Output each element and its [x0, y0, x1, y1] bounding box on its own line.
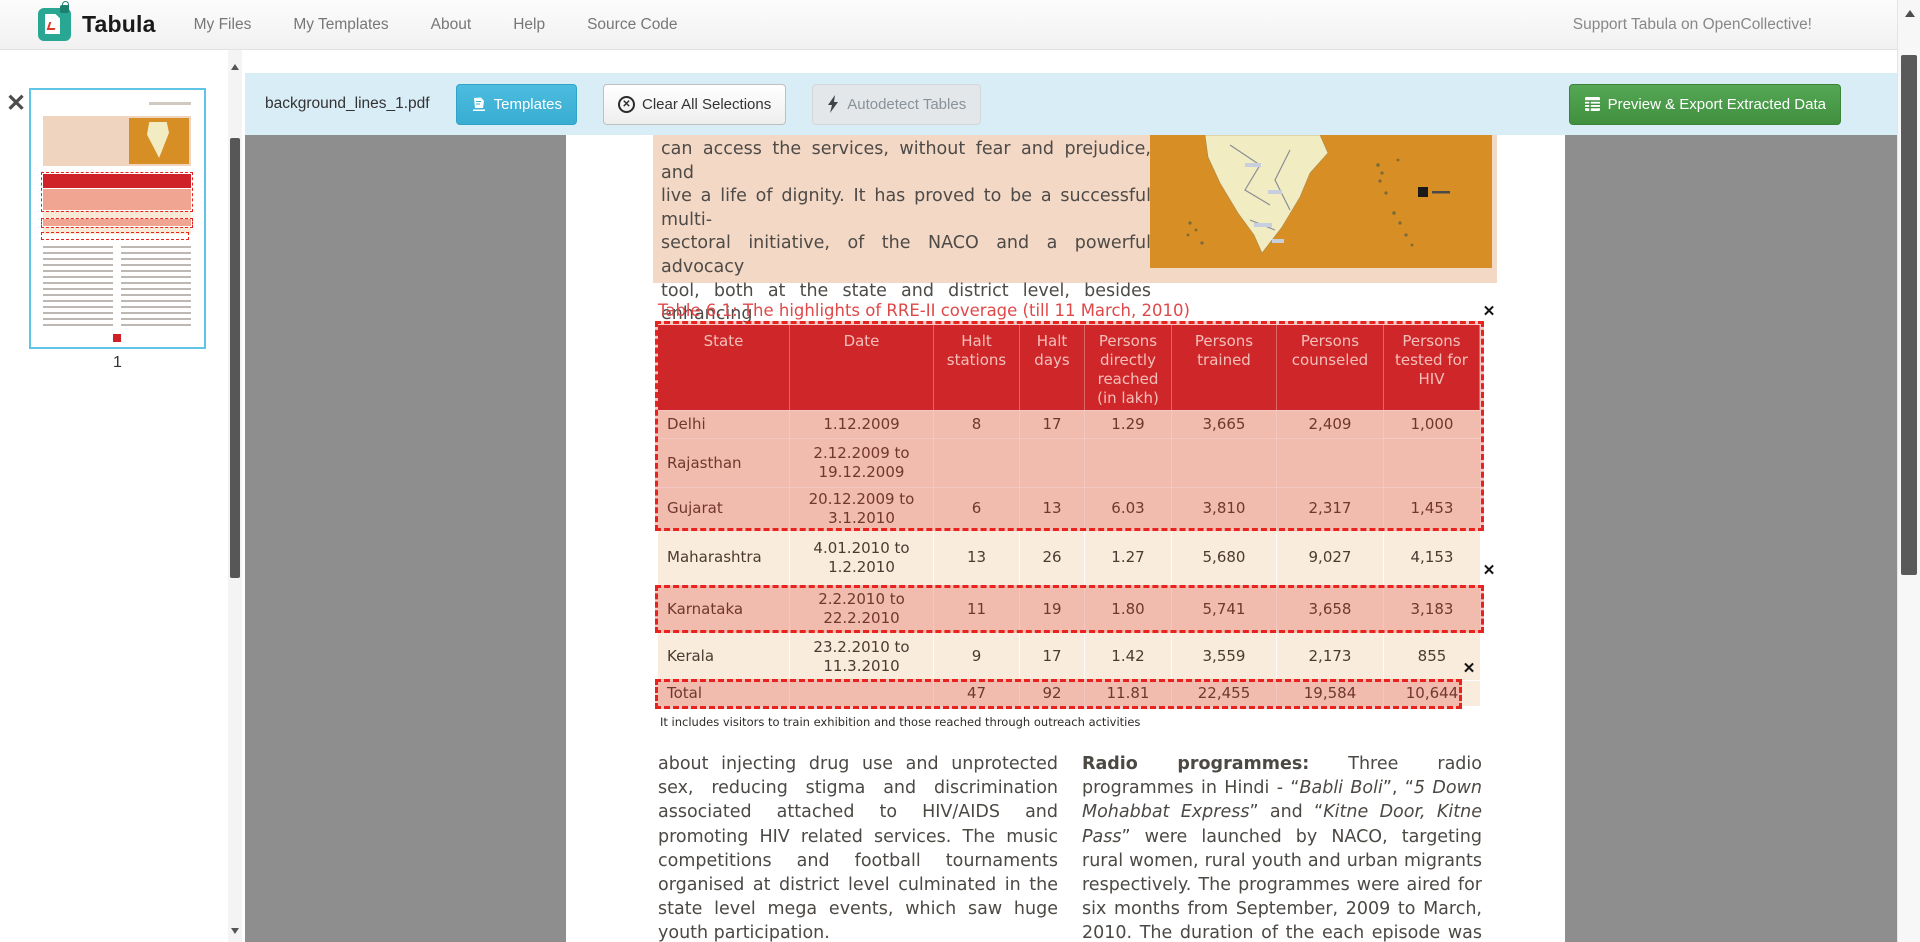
remove-selection-icon[interactable]: ✕ — [1481, 563, 1497, 579]
table-cell: 9 — [934, 632, 1020, 680]
thumb-map — [129, 118, 189, 164]
page-number-label: 1 — [29, 354, 206, 372]
scroll-up-arrow-icon[interactable] — [1905, 10, 1915, 17]
thumb-selection-box — [41, 172, 193, 212]
nav-my-templates[interactable]: My Templates — [293, 16, 388, 34]
table-cell: 1.27 — [1085, 529, 1172, 585]
text-segment: ” and “ — [1249, 802, 1323, 822]
remove-selection-icon[interactable]: ✕ — [1461, 661, 1477, 677]
table-title: Table 6.1: The highlights of RRE-II cove… — [658, 301, 1190, 320]
sidebar-scrollbar-thumb[interactable] — [230, 138, 240, 578]
table-cell: 2,173 — [1277, 632, 1384, 680]
toolbar: background_lines_1.pdf Templates ✕ Clear… — [245, 73, 1897, 135]
window-scrollbar[interactable] — [1897, 0, 1920, 942]
text-segment: ” were launched by NACO, targeting rural… — [1082, 827, 1482, 942]
template-file-icon — [471, 96, 487, 112]
thumbnail-sidebar: ✕ 1 — [0, 50, 245, 942]
support-link[interactable]: Support Tabula on OpenCollective! — [1573, 16, 1812, 34]
table-footnote: It includes visitors to train exhibition… — [660, 715, 1140, 729]
table-cell: 4.01.2010 to 1.2.2010 — [790, 529, 934, 585]
scroll-down-arrow-icon[interactable] — [231, 928, 239, 934]
thumb-header-line — [149, 102, 191, 105]
selection-box[interactable] — [655, 679, 1462, 709]
preview-export-button[interactable]: Preview & Export Extracted Data — [1569, 84, 1841, 125]
pdf-viewer: can access the services, without fear an… — [245, 135, 1897, 942]
sidebar-scrollbar[interactable] — [228, 50, 242, 942]
close-page-icon[interactable]: ✕ — [6, 92, 26, 116]
body-text-right-column: Radio programmes: Three radio programmes… — [1082, 752, 1482, 942]
selection-box[interactable] — [655, 585, 1484, 633]
india-map-image — [1150, 135, 1492, 268]
text-segment: ”, “ — [1383, 778, 1414, 798]
table-row: Maharashtra 4.01.2010 to 1.2.2010 13 26 … — [658, 529, 1480, 585]
map-legend-swatch — [1418, 187, 1428, 197]
templates-button[interactable]: Templates — [456, 84, 577, 125]
table-cell: 17 — [1020, 632, 1085, 680]
intro-paragraph-block: can access the services, without fear an… — [653, 135, 1497, 283]
thumb-selection-box — [41, 218, 193, 228]
thumb-paragraph-block — [43, 116, 191, 166]
autodetect-tables-button[interactable]: Autodetect Tables — [812, 84, 981, 125]
templates-button-label: Templates — [494, 96, 562, 113]
table-cell: 4,153 — [1384, 529, 1480, 585]
navbar: Tabula My Files My Templates About Help … — [0, 0, 1897, 50]
nav-my-files[interactable]: My Files — [194, 16, 252, 34]
pdf-page[interactable]: can access the services, without fear an… — [566, 135, 1565, 942]
remove-selection-icon[interactable]: ✕ — [1481, 304, 1497, 320]
table-cell: 23.2.2010 to 11.3.2010 — [790, 632, 934, 680]
thumb-text-columns — [43, 246, 191, 326]
thumb-page-number-mark — [113, 334, 121, 342]
text-segment: Radio programmes: — [1082, 754, 1309, 774]
body-text-left-column: about injecting drug use and unprotected… — [658, 752, 1058, 942]
brand-link[interactable]: Tabula — [38, 8, 156, 41]
clear-all-selections-button[interactable]: ✕ Clear All Selections — [603, 84, 786, 125]
nav-about[interactable]: About — [431, 16, 472, 34]
clear-button-label: Clear All Selections — [642, 96, 771, 113]
selection-box[interactable] — [655, 321, 1484, 531]
brand-title: Tabula — [82, 11, 156, 38]
table-cell: Maharashtra — [658, 529, 790, 585]
filename-label: background_lines_1.pdf — [265, 95, 430, 113]
table-cell: Kerala — [658, 632, 790, 680]
table-row: Kerala 23.2.2010 to 11.3.2010 9 17 1.42 … — [658, 632, 1480, 680]
tabula-app: Tabula My Files My Templates About Help … — [0, 0, 1920, 942]
table-cell: 26 — [1020, 529, 1085, 585]
nav-help[interactable]: Help — [513, 16, 545, 34]
spreadsheet-icon — [1584, 96, 1601, 112]
circled-x-icon: ✕ — [618, 96, 635, 113]
table-cell: 3,559 — [1172, 632, 1277, 680]
table-cell: 9,027 — [1277, 529, 1384, 585]
scroll-up-arrow-icon[interactable] — [231, 64, 239, 70]
autodetect-button-label: Autodetect Tables — [847, 96, 966, 113]
thumb-selection-box — [41, 232, 189, 240]
table-cell: 5,680 — [1172, 529, 1277, 585]
table-cell: 13 — [934, 529, 1020, 585]
page-thumbnail[interactable] — [29, 88, 206, 349]
window-scrollbar-thumb[interactable] — [1901, 55, 1917, 575]
nav-source-code[interactable]: Source Code — [587, 16, 677, 34]
table-cell: 1.42 — [1085, 632, 1172, 680]
text-segment: Babli Boli — [1299, 778, 1382, 798]
lightning-bolt-icon — [827, 95, 840, 113]
export-button-label: Preview & Export Extracted Data — [1608, 96, 1826, 113]
tabula-logo-icon — [38, 8, 71, 41]
nav-links: My Files My Templates About Help Source … — [194, 16, 678, 34]
